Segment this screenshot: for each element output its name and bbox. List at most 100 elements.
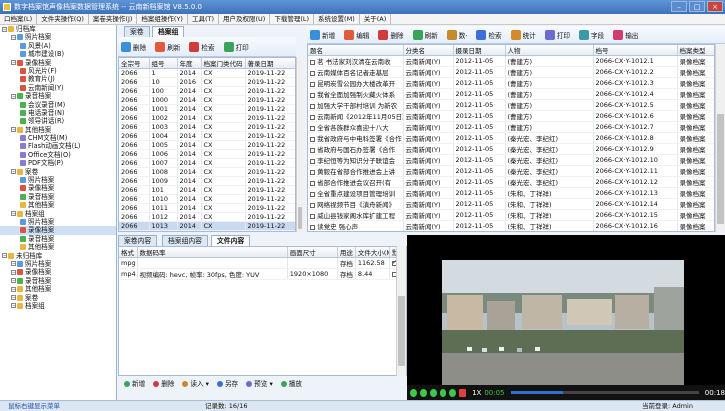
table-row[interactable]: 2066 1010 2014 CX 2019-11-22 — [119, 194, 295, 204]
row-checkbox[interactable] — [310, 213, 315, 219]
column-header[interactable]: 全宗号 — [119, 58, 150, 69]
expand-toggle-icon[interactable]: − — [11, 127, 16, 133]
toolbar-button-4[interactable]: 数· — [444, 27, 471, 43]
content-grid-scrollbar[interactable] — [396, 246, 406, 376]
expand-toggle-icon[interactable]: − — [11, 295, 16, 300]
table-row[interactable]: 2066 1011 2014 CX 2019-11-22 — [119, 203, 295, 213]
table-row[interactable]: 我省政府与中电科签署《合作 云南新闻(Y) 2012-11-05 (秦光宏、李纪红) 2… — [308, 132, 714, 144]
expand-toggle-icon[interactable]: − — [11, 34, 16, 40]
toolbar-button-6[interactable]: 统计 — [508, 27, 539, 43]
expand-toggle-icon[interactable]: − — [11, 269, 16, 275]
column-header[interactable]: 文件大小(MB) — [355, 247, 390, 258]
table-row[interactable]: 网络视频节目《滇舟新闻》 云南新闻(Y) 2012-11-05 (朱和、丁祥祥) 206… — [308, 198, 714, 210]
tab-midTabs-0[interactable]: 案卷 — [124, 26, 150, 37]
tree-node[interactable]: 教育片(J) — [0, 75, 116, 83]
row-checkbox[interactable] — [310, 147, 315, 153]
tree-node[interactable]: 城市建设(B) — [0, 50, 116, 58]
toolbar-button-1[interactable]: 刷新 — [152, 39, 183, 55]
step-forward-icon[interactable] — [449, 388, 457, 397]
table-row[interactable]: 全省重点建设项目管理培训 云南新闻(Y) 2012-11-05 (朱和、丁祥祥) 206… — [308, 187, 714, 199]
table-row[interactable]: 昆明炭雪公园办大楼改革开 云南新闻(Y) 2012-11-05 (曹建方) 2066-C… — [308, 77, 714, 89]
file-grid-scrollbar[interactable] — [715, 44, 725, 232]
tree-node[interactable]: Office文档(O) — [0, 151, 116, 159]
column-header[interactable]: 题名 — [308, 45, 404, 56]
expand-toggle-icon[interactable]: − — [11, 60, 16, 66]
expand-toggle-icon[interactable]: − — [11, 278, 16, 284]
toolbar-button-2[interactable]: 删除 — [375, 27, 406, 43]
table-row[interactable]: 2066 10 2016 CX 2019-11-22 — [119, 77, 295, 87]
menu-item-7[interactable]: 系统设置(M) — [314, 14, 360, 24]
content-button-3[interactable]: 另存 — [216, 378, 238, 388]
toolbar-button-0[interactable]: 新增 — [307, 27, 338, 43]
column-header[interactable]: 人物 — [505, 45, 594, 56]
table-row[interactable]: mpg 存档 1162.58 — [119, 257, 406, 269]
expand-toggle-icon[interactable]: − — [11, 211, 16, 217]
tab-midTabs-1[interactable]: 档案组 — [152, 26, 185, 37]
table-row[interactable]: 威山县钱家阁水库扩建工程 云南新闻(Y) 2012-11-05 (朱和、丁祥祥) 206… — [308, 209, 714, 221]
column-header[interactable]: 档案门类代码 — [201, 58, 246, 69]
column-header[interactable]: 数据码率 — [137, 247, 288, 258]
stop-icon[interactable] — [459, 388, 467, 397]
table-row[interactable]: 2066 1004 2014 CX 2019-11-22 — [119, 131, 295, 141]
column-header[interactable]: 画面尺寸 — [287, 247, 338, 258]
menu-item-2[interactable]: 案卷夹操作(J) — [89, 14, 138, 24]
toolbar-button-3[interactable]: 打印 — [221, 39, 252, 55]
expand-toggle-icon[interactable]: − — [11, 303, 16, 309]
expand-toggle-icon[interactable]: − — [11, 286, 16, 292]
column-header[interactable]: 著录日期 — [245, 58, 295, 69]
row-checkbox[interactable] — [310, 92, 315, 98]
tree-node[interactable]: 照片档案 — [0, 176, 116, 184]
rewind-icon[interactable] — [410, 388, 417, 397]
menu-item-8[interactable]: 关于(A) — [360, 14, 392, 24]
tree-node[interactable]: − 照片档案 — [0, 260, 116, 268]
menu-item-0[interactable]: 口档案(L) — [0, 14, 38, 24]
tree-node[interactable]: 云南新闻(Y) — [0, 84, 116, 92]
column-header[interactable]: 档号 — [593, 45, 678, 56]
row-checkbox[interactable] — [310, 81, 315, 87]
tree-node[interactable]: − 录像档案 — [0, 59, 116, 67]
tree-node[interactable]: − 档案组 — [0, 210, 116, 218]
close-button[interactable]: × — [707, 1, 723, 12]
tab-detailTabs-2[interactable]: 文件内容 — [211, 235, 251, 246]
table-row[interactable]: 2066 1013 2014 CX 2019-11-22 — [119, 221, 295, 231]
content-button-1[interactable]: 删除 — [153, 378, 174, 388]
menu-item-1[interactable]: 文件夹操作(Q) — [37, 14, 89, 24]
tree-node[interactable]: 风光片(F) — [0, 67, 116, 75]
tree-node[interactable]: 录音档案 — [0, 235, 116, 243]
table-row[interactable]: 省部合作推进会议召开(有 云南新闻(Y) 2012-11-05 (秦光宏、李纪红) 20… — [308, 176, 714, 188]
table-row[interactable]: 读党史 强心声 云南新闻(Y) 2012-11-05 (朱和、丁祥祥) 2066-CX·… — [308, 220, 714, 231]
menu-item-5[interactable]: 用户及权限(U) — [219, 14, 271, 24]
row-checkbox[interactable] — [310, 202, 315, 208]
speed-label[interactable]: 1X — [472, 389, 481, 397]
row-checkbox[interactable] — [310, 180, 315, 186]
toolbar-button-2[interactable]: 检索 — [186, 39, 217, 55]
column-header[interactable]: 年度 — [177, 58, 202, 69]
table-row[interactable]: 茗 书法家刘汉清在云南收 云南新闻(Y) 2012-11-05 (曹建方) 2066-C… — [308, 55, 714, 67]
tree-node[interactable]: 其他档案 — [0, 243, 116, 251]
content-button-2[interactable]: 读入 ▾ — [182, 378, 209, 388]
table-row[interactable]: 云南新闻《2012年11月05日》 云南新闻(Y) 2012-11-05 (曹建方) 2… — [308, 110, 714, 122]
tree-node[interactable]: − 其他档案 — [0, 285, 116, 293]
content-button-4[interactable]: 预览 ▾ — [246, 378, 273, 388]
tree-node[interactable]: 录像档案 — [0, 226, 116, 235]
tree-node[interactable]: Flash动画文档(L) — [0, 142, 116, 150]
video-player[interactable]: 1X 00:05 00:18 — [407, 235, 725, 400]
table-row[interactable]: 全省各族群众喜迎十八大 云南新闻(Y) 2012-11-05 (曹建方) 2066-CX… — [308, 121, 714, 133]
minimize-button[interactable]: – — [671, 1, 687, 12]
row-checkbox[interactable] — [310, 136, 315, 142]
row-checkbox[interactable] — [310, 70, 315, 76]
table-row[interactable]: 云南媒体百名记者走基层 云南新闻(Y) 2012-11-05 (曹建方) 2066-CX… — [308, 66, 714, 78]
table-row[interactable]: 省政府与国石办签署《合作 云南新闻(Y) 2012-11-05 (秦光宏、李纪红) 20… — [308, 143, 714, 155]
table-row[interactable]: mp4 视频编码: hevc, 帧率: 30fps, 色度: YUV 1920×10… — [119, 268, 406, 280]
table-row[interactable]: 2066 1007 2014 CX 2019-11-22 — [119, 158, 295, 168]
row-checkbox[interactable] — [310, 114, 315, 120]
toolbar-button-9[interactable]: 输出 — [610, 27, 641, 43]
expand-toggle-icon[interactable]: − — [2, 253, 7, 259]
toolbar-button-8[interactable]: 字段 — [576, 27, 607, 43]
table-row[interactable]: 2066 1002 2014 CX 2019-11-22 — [119, 113, 295, 123]
tree-node[interactable]: − 未归档库 — [0, 252, 116, 260]
table-row[interactable]: 加强大学干部村培训 为新农 云南新闻(Y) 2012-11-05 (曹建方) 2066-… — [308, 99, 714, 111]
tree-node[interactable]: − 案卷 — [0, 168, 116, 176]
tree-node[interactable]: − 录音档案 — [0, 92, 116, 100]
row-checkbox[interactable] — [310, 191, 315, 197]
